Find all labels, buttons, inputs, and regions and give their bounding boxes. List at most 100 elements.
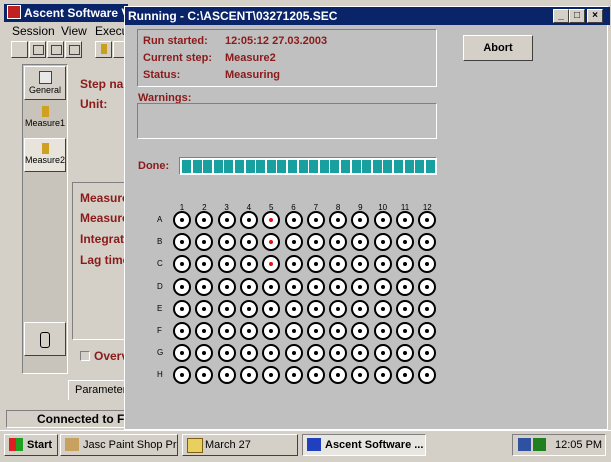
plate-well-D8[interactable] (329, 277, 348, 296)
minimize-button[interactable]: _ (553, 9, 569, 23)
plate-well-E7[interactable] (306, 299, 325, 318)
plate-well-B12[interactable] (418, 233, 437, 252)
maximize-button[interactable]: □ (569, 9, 585, 23)
plate-well-D11[interactable] (396, 277, 414, 296)
plate-well-B8[interactable] (329, 233, 348, 252)
toolbar-new-icon[interactable] (11, 41, 28, 58)
plate-well-G2[interactable] (195, 344, 214, 363)
plate-well-E4[interactable] (239, 299, 258, 318)
plate-well-D6[interactable] (284, 277, 303, 296)
plate-well-A12[interactable] (418, 211, 437, 229)
plate-well-D3[interactable] (217, 277, 236, 296)
plate-well-F11[interactable] (396, 322, 414, 340)
plate-well-G8[interactable] (329, 344, 348, 363)
plate-well-D2[interactable] (195, 277, 214, 296)
plate-well-H1[interactable] (173, 366, 191, 385)
plate-well-F2[interactable] (195, 322, 214, 340)
step-general[interactable]: General (24, 66, 66, 100)
plate-well-A6[interactable] (284, 211, 303, 229)
plate-well-G12[interactable] (418, 344, 437, 363)
running-dialog-titlebar[interactable]: Running - C:\ASCENT\03271205.SEC (125, 7, 610, 25)
plate-well-F3[interactable] (217, 322, 236, 340)
plate-well-E5[interactable] (262, 299, 281, 318)
overview-checkbox[interactable] (80, 351, 90, 361)
plate-well-G1[interactable] (173, 344, 191, 363)
plate-well-B6[interactable] (284, 233, 303, 252)
menu-session[interactable]: Session (12, 24, 55, 38)
plate-well-A4[interactable] (239, 211, 258, 229)
plate-well-H2[interactable] (195, 366, 214, 385)
plate-well-C6[interactable] (284, 255, 303, 274)
plate-well-F1[interactable] (173, 322, 191, 340)
close-button[interactable]: × (587, 9, 603, 23)
plate-well-E8[interactable] (329, 299, 348, 318)
plate-well-B2[interactable] (195, 233, 214, 252)
plate-well-B9[interactable] (351, 233, 370, 252)
plate-well-G9[interactable] (351, 344, 370, 363)
plate-well-E12[interactable] (418, 299, 437, 318)
plate-well-A2[interactable] (195, 211, 214, 229)
network-icon[interactable] (518, 438, 531, 451)
plate-well-A7[interactable] (306, 211, 325, 229)
toolbar-plate-icon[interactable] (29, 41, 46, 58)
abort-button[interactable]: Abort (463, 35, 533, 61)
plate-well-E1[interactable] (173, 299, 191, 318)
plate-well-C10[interactable] (373, 255, 392, 274)
plate-well-E10[interactable] (373, 299, 392, 318)
plate-well-B1[interactable] (173, 233, 191, 252)
tab-parameters[interactable]: Parameter (68, 380, 130, 400)
task-march-27[interactable]: March 27 (182, 434, 298, 456)
step-measure2[interactable]: Measure2 (24, 138, 66, 172)
plate-well-C8[interactable] (329, 255, 348, 274)
toolbar-step-icon[interactable] (95, 41, 112, 58)
plate-well-C9[interactable] (351, 255, 370, 274)
volume-icon[interactable] (533, 438, 546, 451)
plate-well-E2[interactable] (195, 299, 214, 318)
plate-well-A11[interactable] (396, 211, 414, 229)
plate-well-D7[interactable] (306, 277, 325, 296)
plate-well-G4[interactable] (239, 344, 258, 363)
plate-well-G6[interactable] (284, 344, 303, 363)
plate-well-F5[interactable] (262, 322, 281, 340)
plate-well-A5[interactable] (262, 211, 281, 229)
plate-well-C12[interactable] (418, 255, 437, 274)
plate-well-C7[interactable] (306, 255, 325, 274)
plate-well-F12[interactable] (418, 322, 437, 340)
plate-well-F10[interactable] (373, 322, 392, 340)
plate-well-C2[interactable] (195, 255, 214, 274)
plate-well-H11[interactable] (396, 366, 414, 385)
clock[interactable]: 12:05 PM (555, 438, 602, 452)
toolbar-plate2-icon[interactable] (47, 41, 64, 58)
step-measure1[interactable]: Measure1 (24, 102, 66, 136)
plate-well-A10[interactable] (373, 211, 392, 229)
toolbar-plate3-icon[interactable] (65, 41, 82, 58)
plate-well-G3[interactable] (217, 344, 236, 363)
plate-well-D1[interactable] (173, 277, 191, 296)
plate-well-F7[interactable] (306, 322, 325, 340)
plate-well-D5[interactable] (262, 277, 281, 296)
plate-well-C11[interactable] (396, 255, 414, 274)
plate-well-E3[interactable] (217, 299, 236, 318)
plate-well-C1[interactable] (173, 255, 191, 274)
plate-well-H7[interactable] (306, 366, 325, 385)
plate-well-B7[interactable] (306, 233, 325, 252)
task-paint-shop-pro[interactable]: Jasc Paint Shop Pro... (60, 434, 178, 456)
plate-well-B3[interactable] (217, 233, 236, 252)
plate-well-H4[interactable] (239, 366, 258, 385)
plate-well-C4[interactable] (239, 255, 258, 274)
plate-well-A3[interactable] (217, 211, 236, 229)
plate-well-D4[interactable] (239, 277, 258, 296)
plate-well-H9[interactable] (351, 366, 370, 385)
plate-well-F9[interactable] (351, 322, 370, 340)
plate-well-C3[interactable] (217, 255, 236, 274)
plate-well-D10[interactable] (373, 277, 392, 296)
plate-well-G5[interactable] (262, 344, 281, 363)
menu-view[interactable]: View (61, 24, 87, 38)
plate-well-G7[interactable] (306, 344, 325, 363)
plate-well-E11[interactable] (396, 299, 414, 318)
plate-well-D12[interactable] (418, 277, 437, 296)
plate-well-H6[interactable] (284, 366, 303, 385)
start-button[interactable]: Start (4, 434, 58, 456)
plate-well-C5[interactable] (262, 255, 281, 274)
plate-well-H10[interactable] (373, 366, 392, 385)
